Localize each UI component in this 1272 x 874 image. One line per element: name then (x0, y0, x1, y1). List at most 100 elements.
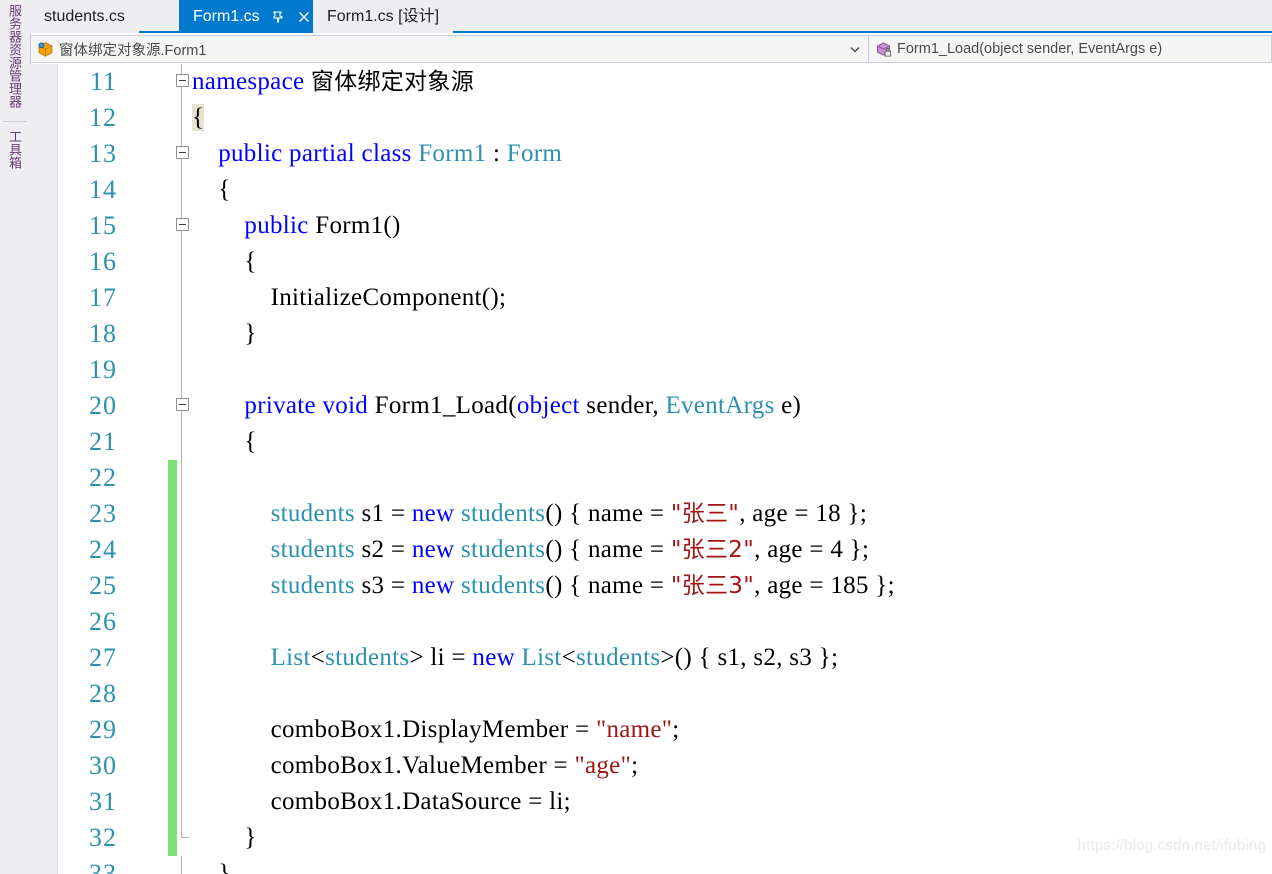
code-token: List (270, 644, 311, 671)
tab-students-cs[interactable]: students.cs (30, 0, 139, 33)
change-bar (168, 640, 177, 676)
code-line[interactable]: 33 } (59, 856, 1272, 874)
line-number: 33 (89, 859, 117, 874)
code-text: List<students> li = new List<students>()… (192, 640, 838, 676)
code-line[interactable]: 16 { (59, 244, 1272, 280)
code-line[interactable]: 24 students s2 = new students() { name =… (59, 532, 1272, 568)
code-line[interactable]: 29 comboBox1.DisplayMember = "name"; (59, 712, 1272, 748)
code-token: Form1() (315, 212, 401, 239)
chevron-down-icon[interactable] (841, 35, 869, 63)
code-line[interactable]: 31 comboBox1.DataSource = li; (59, 784, 1272, 820)
code-token: "张三2" (670, 537, 755, 563)
line-number: 21 (89, 427, 117, 456)
code-text: { (192, 172, 231, 208)
code-token: { (192, 428, 257, 455)
code-line[interactable]: 27 List<students> li = new List<students… (59, 640, 1272, 676)
change-bar (168, 784, 177, 820)
code-line[interactable]: 17 InitializeComponent(); (59, 280, 1272, 316)
collapse-minus-icon[interactable] (176, 146, 189, 159)
code-text: { (192, 244, 257, 280)
tab-form1-cs[interactable]: Form1.cs (179, 0, 325, 33)
code-token: students (270, 572, 355, 599)
fold-guide-line (181, 856, 182, 874)
change-bar (168, 604, 177, 640)
code-line[interactable]: 23 students s1 = new students() { name =… (59, 496, 1272, 532)
collapse-minus-icon[interactable] (176, 74, 189, 87)
member-dropdown[interactable]: Form1_Load(object sender, EventArgs e) (869, 35, 1272, 63)
code-text: comboBox1.DataSource = li; (192, 784, 571, 820)
code-token: >() { s1, s2, s3 }; (660, 644, 839, 671)
code-token: () { name = (545, 536, 671, 563)
code-editor[interactable]: 11 namespace 窗体绑定对象源 12 {13 public partial … (30, 64, 1272, 874)
code-line[interactable]: 18 } (59, 316, 1272, 352)
code-token: students (270, 500, 355, 527)
line-number: 19 (89, 355, 117, 384)
line-number: 30 (89, 751, 117, 780)
code-line[interactable]: 11 namespace 窗体绑定对象源 (59, 64, 1272, 100)
class-icon (37, 41, 54, 58)
collapse-minus-icon[interactable] (176, 398, 189, 411)
code-line[interactable]: 15 public Form1() (59, 208, 1272, 244)
line-number: 18 (89, 319, 117, 348)
line-number: 20 (89, 391, 117, 420)
fold-guide-line (181, 568, 182, 604)
collapse-minus-icon[interactable] (176, 218, 189, 231)
code-line[interactable]: 20 private void Form1_Load(object sender… (59, 388, 1272, 424)
code-token: "张三3" (670, 573, 755, 599)
code-token: comboBox1.DataSource = li; (192, 788, 571, 815)
dock-tab-toolbox[interactable]: 工具箱 (0, 126, 29, 186)
code-token: students (576, 644, 661, 671)
code-line[interactable]: 30 comboBox1.ValueMember = "age"; (59, 748, 1272, 784)
code-line[interactable]: 25 students s3 = new students() { name =… (59, 568, 1272, 604)
code-token: Form (506, 140, 563, 167)
change-bar (168, 748, 177, 784)
code-line[interactable]: 14 { (59, 172, 1272, 208)
fold-guide-line (181, 244, 182, 280)
code-text: } (192, 316, 257, 352)
fold-guide-line (181, 748, 182, 784)
fold-guide-line (181, 532, 182, 568)
type-dropdown[interactable]: 窗体绑定对象源.Form1 (30, 35, 841, 63)
member-name: Form1_Load(object sender, EventArgs e) (897, 41, 1163, 57)
line-number: 17 (89, 283, 117, 312)
code-token: { (192, 104, 205, 131)
line-number: 14 (89, 175, 117, 204)
code-line[interactable]: 21 { (59, 424, 1272, 460)
code-token: object (516, 392, 580, 419)
code-text: public Form1() (192, 208, 401, 244)
code-token: comboBox1.ValueMember = (192, 752, 575, 779)
code-line[interactable]: 19 (59, 352, 1272, 388)
fold-guide-line (181, 712, 182, 748)
code-text: } (192, 856, 231, 874)
change-bar (168, 712, 177, 748)
code-token: Form1_Load( (374, 392, 517, 419)
code-token: 窗体绑定对象源 (310, 69, 475, 95)
tab-form1-cs-designer[interactable]: Form1.cs [设计] (313, 0, 454, 33)
close-icon[interactable] (297, 10, 311, 24)
pin-icon[interactable] (272, 10, 286, 24)
code-token: List (521, 644, 562, 671)
fold-guide-line (181, 496, 182, 532)
type-name: 窗体绑定对象源.Form1 (59, 42, 207, 59)
code-token: public (244, 212, 316, 239)
code-line[interactable]: 28 (59, 676, 1272, 712)
code-token: Form1 (418, 140, 487, 167)
code-token: new (411, 500, 461, 527)
code-text: students s2 = new students() { name = "张… (192, 532, 869, 568)
dock-tab-server-explorer[interactable]: 服务器资源管理器 (0, 0, 29, 118)
fold-end-marker (181, 820, 189, 838)
code-line[interactable]: 26 (59, 604, 1272, 640)
code-line[interactable]: 13 public partial class Form1 : Form (59, 136, 1272, 172)
code-token: s2 = (354, 536, 412, 563)
code-lines-container[interactable]: 11 namespace 窗体绑定对象源 12 {13 public partial … (59, 64, 1272, 874)
fold-guide-line (181, 640, 182, 676)
code-token: ; (672, 716, 680, 743)
fold-guide-line (181, 352, 182, 388)
code-line[interactable]: 12 { (59, 100, 1272, 136)
code-line[interactable]: 22 (59, 460, 1272, 496)
